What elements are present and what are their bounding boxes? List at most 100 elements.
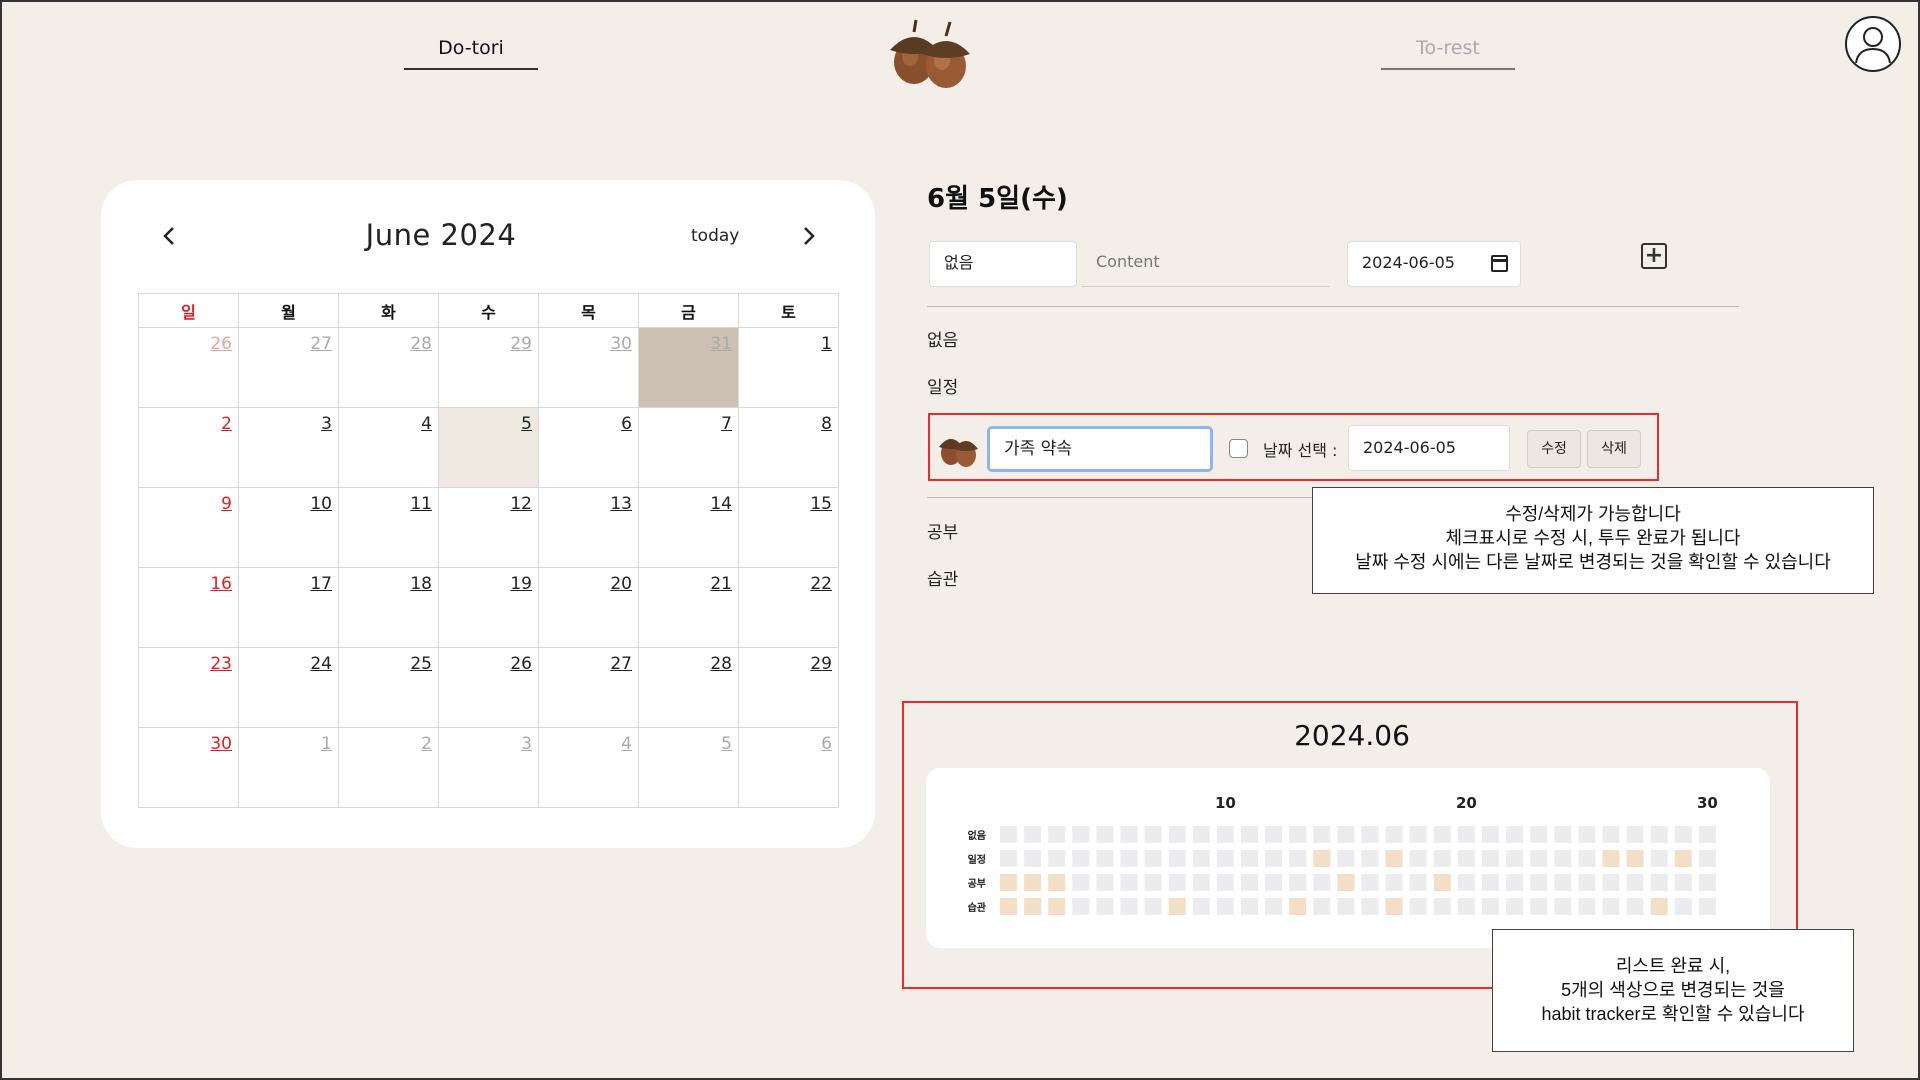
day-number: 1: [821, 334, 832, 354]
tracker-cell: [1192, 850, 1210, 867]
tracker-cell: [1120, 850, 1138, 867]
category-label-study: 공부: [927, 523, 959, 543]
todo-title-input[interactable]: 가족 약속: [987, 426, 1213, 472]
calendar-day[interactable]: 27: [538, 647, 639, 728]
calendar-icon[interactable]: [1491, 255, 1508, 272]
calendar-day[interactable]: 3: [438, 727, 539, 808]
tracker-cell: [1000, 826, 1017, 843]
day-number: 11: [410, 494, 432, 514]
calendar-day[interactable]: 6: [538, 407, 639, 488]
calendar-day[interactable]: 24: [238, 647, 339, 728]
calendar-day[interactable]: 17: [238, 567, 339, 648]
tracker-day-tick: 10: [1215, 794, 1236, 812]
add-todo-button[interactable]: +: [1641, 243, 1667, 269]
calendar-day[interactable]: 25: [338, 647, 439, 728]
divider: [927, 306, 1739, 307]
calendar-day-today[interactable]: 5: [438, 407, 539, 488]
calendar-day[interactable]: 23: [138, 647, 239, 728]
tracker-cell: [1048, 898, 1066, 915]
tracker-cell: [1457, 874, 1475, 891]
content-input[interactable]: Content: [1082, 241, 1330, 287]
calendar-day[interactable]: 9: [138, 487, 239, 568]
date-input[interactable]: 2024-06-05: [1347, 241, 1521, 287]
tracker-cell: [1241, 874, 1258, 891]
tracker-cell: [1385, 874, 1403, 891]
user-avatar-icon[interactable]: [1844, 15, 1902, 73]
edit-button[interactable]: 수정: [1527, 430, 1581, 468]
day-number: 22: [810, 574, 832, 594]
divider: [927, 497, 1327, 498]
calendar-day[interactable]: 26: [138, 327, 239, 408]
chevron-left-icon[interactable]: [157, 220, 181, 252]
category-select[interactable]: 없음: [929, 241, 1077, 287]
calendar-day[interactable]: 10: [238, 487, 339, 568]
calendar-day[interactable]: 14: [638, 487, 739, 568]
calendar-day[interactable]: 20: [538, 567, 639, 648]
calendar-day[interactable]: 27: [238, 327, 339, 408]
calendar-day[interactable]: 21: [638, 567, 739, 648]
calendar-day[interactable]: 1: [738, 327, 839, 408]
tracker-cell: [1409, 826, 1427, 843]
tracker-cell: [1337, 874, 1355, 891]
edit-date-input[interactable]: 2024-06-05: [1348, 425, 1510, 471]
tracker-row-label: 습관: [968, 901, 987, 914]
tracker-cell: [1578, 826, 1596, 843]
calendar-day[interactable]: 30: [538, 327, 639, 408]
calendar-day-selected[interactable]: 31: [638, 327, 739, 408]
calendar-day[interactable]: 30: [138, 727, 239, 808]
calendar-day[interactable]: 1: [238, 727, 339, 808]
tracker-row-label: 공부: [968, 878, 986, 890]
tracker-cell: [1120, 826, 1138, 843]
calendar-day[interactable]: 12: [438, 487, 539, 568]
calendar-day[interactable]: 29: [438, 327, 539, 408]
note-line: 리스트 완료 시,: [1615, 956, 1731, 976]
acorn-logo-icon[interactable]: [880, 14, 980, 90]
calendar-day[interactable]: 2: [338, 727, 439, 808]
calendar-day[interactable]: 29: [738, 647, 839, 728]
calendar-day[interactable]: 16: [138, 567, 239, 648]
tracker-cell: [1506, 826, 1524, 843]
tracker-cell: [1482, 850, 1499, 867]
nav-to-rest[interactable]: To-rest: [1381, 30, 1515, 70]
today-button[interactable]: today: [691, 226, 739, 246]
calendar-day[interactable]: 2: [138, 407, 239, 488]
calendar-day[interactable]: 18: [338, 567, 439, 648]
calendar-day[interactable]: 4: [538, 727, 639, 808]
tracker-cell: [1289, 826, 1307, 843]
calendar-day[interactable]: 4: [338, 407, 439, 488]
calendar-day[interactable]: 6: [738, 727, 839, 808]
calendar-day[interactable]: 28: [638, 647, 739, 728]
calendar-day[interactable]: 19: [438, 567, 539, 648]
plus-icon: +: [1644, 243, 1664, 268]
tracker-day-tick: 20: [1456, 794, 1477, 812]
calendar-day[interactable]: 7: [638, 407, 739, 488]
calendar-day[interactable]: 15: [738, 487, 839, 568]
calendar-day[interactable]: 3: [238, 407, 339, 488]
tracker-cell: [1024, 826, 1042, 843]
tracker-cell: [1433, 874, 1451, 891]
calendar-day[interactable]: 26: [438, 647, 539, 728]
delete-button[interactable]: 삭제: [1587, 430, 1641, 468]
tracker-cell: [1120, 874, 1138, 891]
tracker-cell: [1313, 898, 1331, 915]
tracker-cell: [1265, 826, 1283, 843]
tracker-cell: [1024, 898, 1042, 915]
calendar-day[interactable]: 28: [338, 327, 439, 408]
tracker-cell: [1650, 898, 1668, 915]
done-checkbox[interactable]: [1229, 439, 1248, 458]
tracker-cell: [1000, 874, 1017, 891]
nav-do-tori[interactable]: Do-tori: [404, 30, 538, 70]
tracker-cell: [1048, 850, 1066, 867]
chevron-right-icon[interactable]: [797, 220, 821, 252]
calendar-day[interactable]: 11: [338, 487, 439, 568]
weekday-wed: 수: [438, 293, 539, 328]
day-number: 27: [610, 654, 632, 674]
tracker-cell: [1506, 850, 1524, 867]
tracker-cell: [1361, 826, 1379, 843]
calendar-week: 26 27 28 29 30 31 1: [138, 327, 839, 408]
calendar-day[interactable]: 5: [638, 727, 739, 808]
calendar-day[interactable]: 22: [738, 567, 839, 648]
day-number: 14: [710, 494, 732, 514]
calendar-day[interactable]: 13: [538, 487, 639, 568]
calendar-day[interactable]: 8: [738, 407, 839, 488]
